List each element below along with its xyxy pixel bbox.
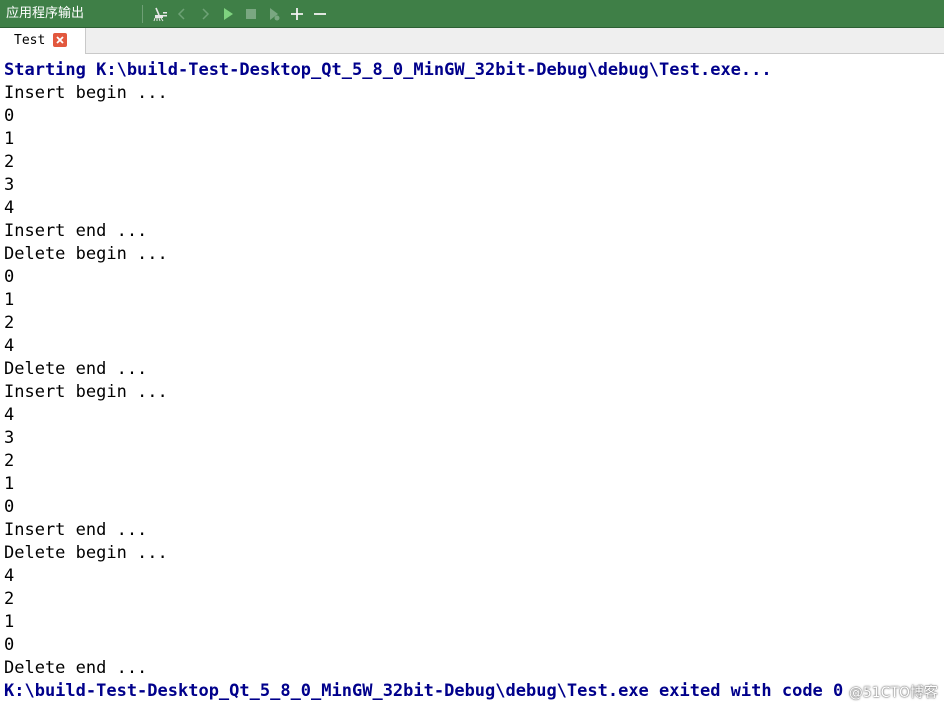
output-line: 1: [4, 612, 15, 632]
output-line: Delete end ...: [4, 359, 148, 379]
stop-icon[interactable]: [241, 4, 261, 24]
output-line: 3: [4, 175, 15, 195]
output-tab-bar: Test: [0, 28, 944, 54]
output-line: 4: [4, 405, 15, 425]
output-line: 1: [4, 129, 15, 149]
output-line: 1: [4, 474, 15, 494]
output-line: 0: [4, 497, 15, 517]
output-pane-title: 应用程序输出: [6, 6, 85, 21]
zoom-in-icon[interactable]: [287, 4, 307, 24]
run-icon[interactable]: [218, 4, 238, 24]
output-line: 3: [4, 428, 15, 448]
application-output[interactable]: Starting K:\build-Test-Desktop_Qt_5_8_0_…: [4, 59, 940, 705]
previous-icon[interactable]: [172, 4, 192, 24]
output-line: Insert begin ...: [4, 83, 168, 103]
toolbar-divider: [142, 5, 143, 23]
output-status-line: K:\build-Test-Desktop_Qt_5_8_0_MinGW_32b…: [4, 681, 844, 701]
output-line: 2: [4, 451, 15, 471]
output-line: 0: [4, 106, 15, 126]
tab-label: Test: [14, 33, 46, 48]
watermark: @51CTO博客: [848, 685, 938, 701]
close-icon[interactable]: [53, 33, 67, 47]
output-line: Delete begin ...: [4, 244, 168, 264]
output-line: Insert end ...: [4, 221, 148, 241]
clear-output-icon[interactable]: [150, 4, 170, 24]
output-line: 2: [4, 313, 15, 333]
output-line: 4: [4, 198, 15, 218]
next-icon[interactable]: [195, 4, 215, 24]
attach-debugger-icon[interactable]: [264, 4, 284, 24]
output-status-line: Starting K:\build-Test-Desktop_Qt_5_8_0_…: [4, 60, 772, 80]
output-line: 2: [4, 152, 15, 172]
zoom-out-icon[interactable]: [310, 4, 330, 24]
output-line: 0: [4, 267, 15, 287]
output-line: 1: [4, 290, 15, 310]
output-line: Delete begin ...: [4, 543, 168, 563]
output-line: 0: [4, 635, 15, 655]
output-line: 4: [4, 336, 15, 356]
output-line: Insert begin ...: [4, 382, 168, 402]
tab-test[interactable]: Test: [0, 28, 86, 54]
output-line: 2: [4, 589, 15, 609]
output-pane-toolbar: 应用程序输出: [0, 0, 944, 28]
output-line: Delete end ...: [4, 658, 148, 678]
output-line: 4: [4, 566, 15, 586]
output-line: Insert end ...: [4, 520, 148, 540]
